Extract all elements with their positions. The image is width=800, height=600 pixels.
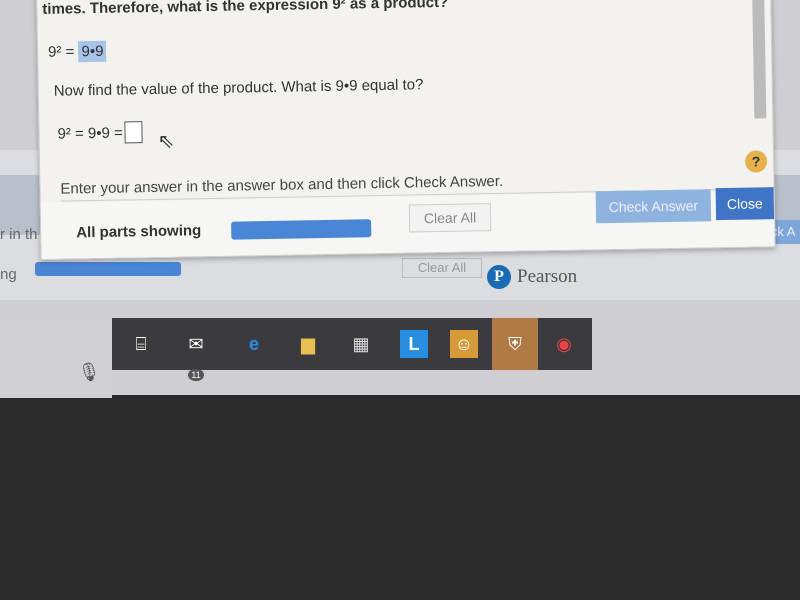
- close-button[interactable]: Close: [715, 187, 775, 221]
- answer-input[interactable]: [124, 121, 143, 144]
- mail-icon[interactable]: ✉11: [182, 330, 210, 381]
- microphone-icon[interactable]: 🎙: [75, 358, 103, 386]
- parts-label: All parts showing: [76, 222, 202, 242]
- dialog-footer: All parts showing Clear All Check Answer…: [40, 187, 775, 259]
- mail-badge: 11: [188, 369, 204, 381]
- scrollbar[interactable]: [751, 0, 767, 119]
- check-answer-button[interactable]: Check Answer: [595, 189, 712, 224]
- pearson-logo-icon: P: [487, 265, 511, 289]
- chrome-icon[interactable]: ◉: [550, 330, 578, 358]
- answer-field-filled[interactable]: 9•9: [78, 40, 107, 63]
- question-text-2: Now find the value of the product. What …: [53, 76, 424, 100]
- file-explorer-icon[interactable]: ▆: [294, 330, 322, 358]
- app-icon[interactable]: ☺: [450, 330, 478, 358]
- task-view-icon[interactable]: ⌸: [127, 330, 155, 358]
- question-dialog: times. Therefore, what is the expression…: [36, 0, 776, 260]
- background-clear-all-button[interactable]: Clear All: [402, 258, 482, 278]
- background-text: r in th: [0, 226, 38, 243]
- mouse-cursor-icon: ⇖: [157, 130, 175, 153]
- equation-1: 9² = 9•9: [47, 40, 107, 63]
- edge-icon[interactable]: e: [240, 330, 268, 358]
- question-text: times. Therefore, what is the expression…: [42, 0, 449, 18]
- equation-lhs: 9² =: [47, 43, 79, 61]
- screen: r in th ng Clear All Check A PPearson ti…: [0, 0, 800, 398]
- background-text: ng: [0, 266, 17, 283]
- clear-all-button[interactable]: Clear All: [408, 203, 492, 233]
- equation-2: 9² = 9•9 =: [57, 121, 143, 144]
- taskbar-left: 🎙: [0, 318, 112, 398]
- security-icon[interactable]: ⛨: [492, 318, 538, 370]
- taskbar: ⌸ ✉11 e ▆ ▦ L ☺ ⛨ ◉: [112, 318, 592, 381]
- pearson-logo: P Pearson: [487, 265, 577, 289]
- store-icon[interactable]: ▦: [347, 330, 375, 358]
- brand-name: Pearson: [517, 266, 578, 287]
- parts-progress-bar: [231, 219, 372, 240]
- equation-lhs: 9² = 9•9 =: [57, 124, 123, 143]
- background-progress-bar: [35, 262, 181, 276]
- l-app-icon[interactable]: L: [400, 330, 428, 358]
